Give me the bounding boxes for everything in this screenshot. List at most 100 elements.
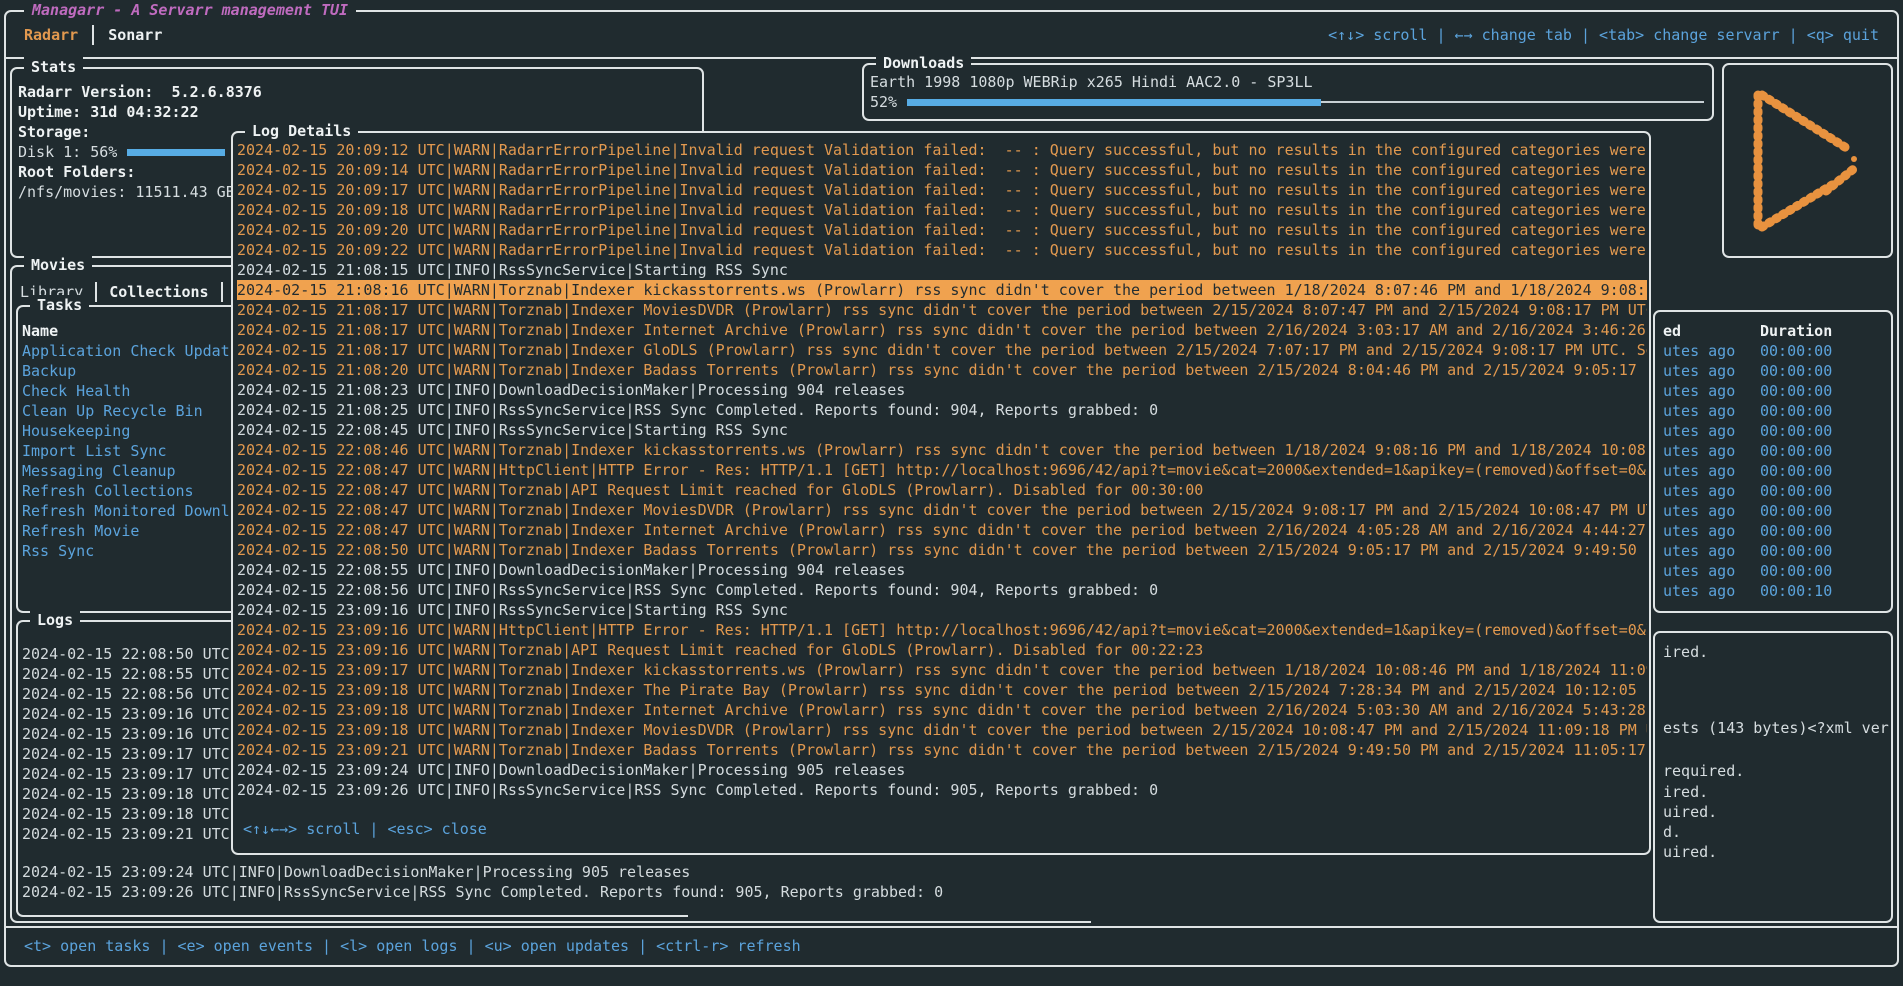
task-next-execution-fragment: utes ago bbox=[1663, 381, 1735, 401]
downloads-panel-title: Downloads bbox=[876, 53, 971, 73]
event-line-fragment: ired. bbox=[1663, 782, 1708, 802]
log-line[interactable]: 2024-02-15 20:09:14 UTC|WARN|RadarrError… bbox=[237, 160, 1647, 180]
stats-disk-label: Disk 1: 56% bbox=[18, 142, 117, 162]
log-line[interactable]: 2024-02-15 22:08:47 UTC|WARN|Torznab|Ind… bbox=[237, 520, 1647, 540]
top-keybind-hints: <↑↓> scroll | ←→ change tab | <tab> chan… bbox=[1328, 25, 1879, 45]
log-line[interactable]: 2024-02-15 23:09:26 UTC|INFO|RssSyncServ… bbox=[237, 780, 1647, 800]
download-progress-row: 52% bbox=[870, 92, 1704, 112]
task-duration-value: 00:00:00 bbox=[1760, 541, 1832, 561]
task-duration-value: 00:00:00 bbox=[1760, 401, 1832, 421]
log-line[interactable]: 2024-02-15 22:08:47 UTC|WARN|HttpClient|… bbox=[237, 460, 1647, 480]
tab-sonarr[interactable]: Sonarr bbox=[108, 25, 162, 45]
downloads-panel: Downloads Earth 1998 1080p WEBRip x265 H… bbox=[862, 63, 1714, 121]
log-line[interactable]: 2024-02-15 20:09:22 UTC|WARN|RadarrError… bbox=[237, 240, 1647, 260]
event-line-fragment: required. bbox=[1663, 761, 1744, 781]
event-line-fragment: ests (143 bytes)<?xml ver bbox=[1663, 718, 1889, 738]
stats-uptime-row: Uptime: 31d 04:32:22 bbox=[18, 102, 698, 122]
log-line[interactable]: 2024-02-15 23:09:18 UTC|WARN|Torznab|Ind… bbox=[237, 700, 1647, 720]
log-line[interactable]: 2024-02-15 22:08:47 UTC|WARN|Torznab|Ind… bbox=[237, 500, 1647, 520]
task-duration-value: 00:00:00 bbox=[1760, 361, 1832, 381]
log-line[interactable]: 2024-02-15 21:08:15 UTC|INFO|RssSyncServ… bbox=[237, 260, 1647, 280]
tasks-table-header-fragment: ed bbox=[1663, 321, 1681, 341]
log-line[interactable]: 2024-02-15 21:08:20 UTC|WARN|Torznab|Ind… bbox=[237, 360, 1647, 380]
footer-separator bbox=[4, 926, 1899, 928]
log-line[interactable]: 2024-02-15 22:08:50 UTC|WARN|Torznab|Ind… bbox=[237, 540, 1647, 560]
log-line[interactable]: 2024-02-15 20:09:18 UTC|WARN|RadarrError… bbox=[237, 200, 1647, 220]
app-title: Managarr - A Servarr management TUI bbox=[24, 0, 356, 20]
task-duration-value: 00:00:00 bbox=[1760, 501, 1832, 521]
task-next-execution-fragment: utes ago bbox=[1663, 541, 1735, 561]
event-line-fragment: uired. bbox=[1663, 802, 1717, 822]
stats-panel-title: Stats bbox=[24, 57, 83, 77]
log-line[interactable]: 2024-02-15 23:09:16 UTC|INFO|RssSyncServ… bbox=[237, 600, 1647, 620]
log-line[interactable]: 2024-02-15 22:08:45 UTC|INFO|RssSyncServ… bbox=[237, 420, 1647, 440]
task-next-execution-fragment: utes ago bbox=[1663, 441, 1735, 461]
task-duration-value: 00:00:00 bbox=[1760, 341, 1832, 361]
logs-line-full: 2024-02-15 23:09:24 UTC|INFO|DownloadDec… bbox=[22, 862, 690, 882]
log-line[interactable]: 2024-02-15 21:08:17 UTC|WARN|Torznab|Ind… bbox=[237, 300, 1647, 320]
logo-panel bbox=[1722, 63, 1893, 258]
log-line[interactable]: 2024-02-15 23:09:16 UTC|WARN|HttpClient|… bbox=[237, 620, 1647, 640]
log-line[interactable]: 2024-02-15 21:08:17 UTC|WARN|Torznab|Ind… bbox=[237, 340, 1647, 360]
tab-divider bbox=[221, 282, 223, 302]
task-duration-value: 00:00:00 bbox=[1760, 421, 1832, 441]
tab-divider bbox=[95, 282, 97, 302]
log-line[interactable]: 2024-02-15 21:08:16 UTC|WARN|Torznab|Ind… bbox=[237, 280, 1647, 300]
download-item-name: Earth 1998 1080p WEBRip x265 Hindi AAC2.… bbox=[870, 72, 1313, 92]
log-line[interactable]: 2024-02-15 21:08:23 UTC|INFO|DownloadDec… bbox=[237, 380, 1647, 400]
log-line[interactable]: 2024-02-15 22:08:47 UTC|WARN|Torznab|API… bbox=[237, 480, 1647, 500]
task-next-execution-fragment: utes ago bbox=[1663, 401, 1735, 421]
task-next-execution-fragment: utes ago bbox=[1663, 561, 1735, 581]
log-line[interactable]: 2024-02-15 23:09:24 UTC|INFO|DownloadDec… bbox=[237, 760, 1647, 780]
log-line[interactable]: 2024-02-15 20:09:20 UTC|WARN|RadarrError… bbox=[237, 220, 1647, 240]
stats-version-value: 5.2.6.8376 bbox=[172, 83, 262, 101]
event-line-fragment: d. bbox=[1663, 822, 1681, 842]
log-line[interactable]: 2024-02-15 20:09:12 UTC|WARN|RadarrError… bbox=[237, 140, 1647, 160]
task-next-execution-fragment: utes ago bbox=[1663, 361, 1735, 381]
log-line[interactable]: 2024-02-15 23:09:16 UTC|WARN|Torznab|API… bbox=[237, 640, 1647, 660]
log-details-title: Log Details bbox=[245, 121, 358, 141]
tab-radarr[interactable]: Radarr bbox=[24, 25, 78, 45]
task-next-execution-fragment: utes ago bbox=[1663, 521, 1735, 541]
task-duration-value: 00:00:10 bbox=[1760, 581, 1832, 601]
footer-keybind-hints: <t> open tasks | <e> open events | <l> o… bbox=[24, 936, 801, 956]
logs-line-full: 2024-02-15 23:09:26 UTC|INFO|RssSyncServ… bbox=[22, 882, 943, 902]
task-duration-value: 00:00:00 bbox=[1760, 561, 1832, 581]
log-line[interactable]: 2024-02-15 22:08:46 UTC|WARN|Torznab|Ind… bbox=[237, 440, 1647, 460]
download-percent-label: 52% bbox=[870, 92, 897, 112]
task-duration-value: 00:00:00 bbox=[1760, 441, 1832, 461]
task-duration-value: 00:00:00 bbox=[1760, 521, 1832, 541]
task-next-execution-fragment: utes ago bbox=[1663, 341, 1735, 361]
log-line[interactable]: 2024-02-15 21:08:17 UTC|WARN|Torznab|Ind… bbox=[237, 320, 1647, 340]
log-line[interactable]: 2024-02-15 23:09:17 UTC|WARN|Torznab|Ind… bbox=[237, 660, 1647, 680]
tasks-panel-title: Tasks bbox=[30, 295, 89, 315]
log-line[interactable]: 2024-02-15 21:08:25 UTC|INFO|RssSyncServ… bbox=[237, 400, 1647, 420]
managarr-app-window: Managarr - A Servarr management TUI Rada… bbox=[0, 0, 1903, 986]
logs-panel-title: Logs bbox=[30, 610, 80, 630]
radarr-logo-icon bbox=[1748, 87, 1868, 235]
log-line[interactable]: 2024-02-15 22:08:55 UTC|INFO|DownloadDec… bbox=[237, 560, 1647, 580]
log-line[interactable]: 2024-02-15 23:09:18 UTC|WARN|Torznab|Ind… bbox=[237, 680, 1647, 700]
modal-keybind-hints: <↑↓←→> scroll | <esc> close bbox=[243, 819, 487, 839]
event-line-fragment: uired. bbox=[1663, 842, 1717, 862]
task-next-execution-fragment: utes ago bbox=[1663, 481, 1735, 501]
log-line[interactable]: 2024-02-15 23:09:18 UTC|WARN|Torznab|Ind… bbox=[237, 720, 1647, 740]
stats-version-row: Radarr Version: 5.2.6.8376 bbox=[18, 82, 698, 102]
task-next-execution-fragment: utes ago bbox=[1663, 501, 1735, 521]
log-line[interactable]: 2024-02-15 22:08:56 UTC|INFO|RssSyncServ… bbox=[237, 580, 1647, 600]
log-line[interactable]: 2024-02-15 23:09:21 UTC|WARN|Torznab|Ind… bbox=[237, 740, 1647, 760]
task-next-execution-fragment: utes ago bbox=[1663, 461, 1735, 481]
event-line-fragment: ired. bbox=[1663, 642, 1708, 662]
task-next-execution-fragment: utes ago bbox=[1663, 581, 1735, 601]
log-line[interactable]: 2024-02-15 20:09:17 UTC|WARN|RadarrError… bbox=[237, 180, 1647, 200]
disk-usage-gauge bbox=[127, 149, 225, 156]
log-details-modal: Log Details 2024-02-15 20:09:12 UTC|WARN… bbox=[231, 131, 1651, 855]
tasks-table-duration-header: Duration bbox=[1760, 321, 1832, 341]
tab-divider bbox=[92, 25, 94, 45]
task-duration-value: 00:00:00 bbox=[1760, 481, 1832, 501]
tab-collections[interactable]: Collections bbox=[109, 282, 208, 302]
download-progress-bar bbox=[907, 98, 1704, 106]
servarr-tabs: Radarr Sonarr bbox=[24, 25, 162, 45]
log-line-list[interactable]: 2024-02-15 20:09:12 UTC|WARN|RadarrError… bbox=[237, 140, 1647, 800]
movies-panel-title: Movies bbox=[24, 255, 92, 275]
